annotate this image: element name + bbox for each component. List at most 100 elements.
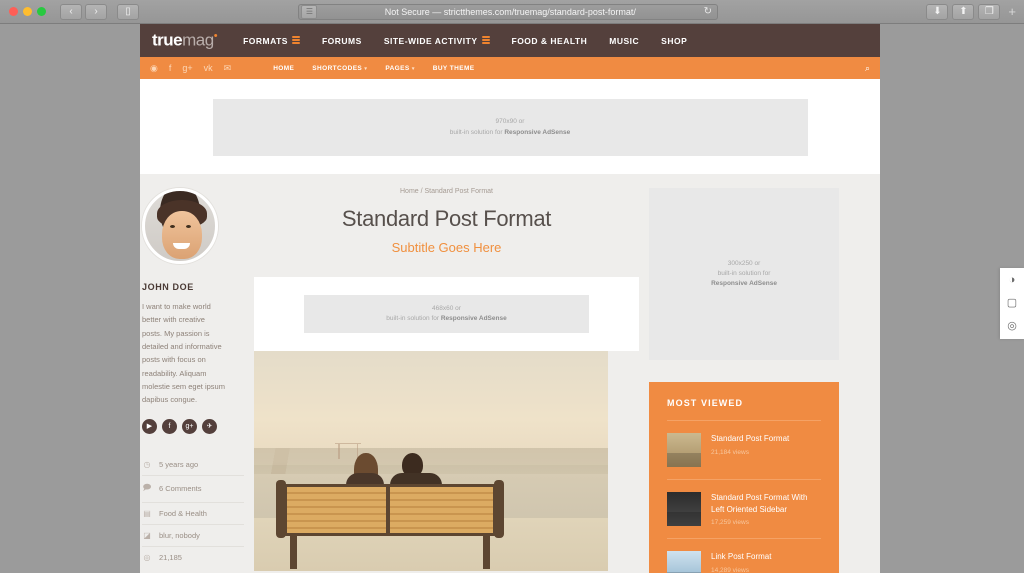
nav-label: SHOP bbox=[661, 35, 688, 46]
ad-banner-468x60[interactable]: 468x60 or built-in solution for Responsi… bbox=[304, 295, 589, 333]
browser-chrome: ‹ › ▯ ☰ Not Secure — strictthemes.com/tr… bbox=[0, 0, 1024, 24]
subnav-item-buy-theme[interactable]: BUY THEME bbox=[433, 65, 475, 72]
vimeo-icon[interactable]: ▶ bbox=[142, 418, 157, 434]
subnav-label: BUY THEME bbox=[432, 64, 475, 72]
subnav-item-shortcodes[interactable]: SHORTCODES ▾ bbox=[312, 65, 367, 72]
maximize-window-button[interactable] bbox=[37, 7, 46, 16]
page-title: Standard Post Format bbox=[341, 206, 552, 231]
browser-viewport: truemag• FORMATS FORUMS SITE-WIDE ACTIVI… bbox=[0, 24, 1024, 573]
ad-line-1: 970x90 or bbox=[495, 118, 525, 126]
tabs-overview-icon[interactable]: ❐ bbox=[978, 3, 1001, 20]
nav-item-shop[interactable]: SHOP bbox=[661, 36, 687, 46]
logo-dot-icon: • bbox=[213, 30, 218, 43]
ad-line-2: built-in solution for Responsive AdSense bbox=[386, 315, 507, 322]
nav-item-food-health[interactable]: FOOD & HEALTH bbox=[512, 36, 588, 46]
address-bar[interactable]: ☰ Not Secure — strictthemes.com/truemag/… bbox=[298, 3, 718, 20]
ad-line-2: built-in solution for bbox=[717, 269, 771, 277]
rss-icon[interactable]: ◉ bbox=[150, 63, 158, 74]
chevron-down-icon: ▾ bbox=[364, 65, 368, 72]
new-tab-button[interactable]: + bbox=[1004, 4, 1020, 19]
meta-item-date[interactable]: ◷ 5 years ago bbox=[142, 454, 244, 475]
twitter-icon[interactable]: ✈ bbox=[202, 418, 217, 434]
share-icon[interactable]: ⬆ bbox=[952, 3, 975, 20]
download-icon[interactable]: ⬇ bbox=[926, 3, 949, 20]
twitter-icon[interactable]: ✉ bbox=[224, 63, 232, 74]
top-ad-zone: 970x90 or built-in solution for Responsi… bbox=[140, 79, 880, 174]
web-page: truemag• FORMATS FORUMS SITE-WIDE ACTIVI… bbox=[140, 24, 880, 573]
square-icon[interactable]: ▢ bbox=[1007, 298, 1017, 309]
url-text: Not Secure — strictthemes.com/truemag/st… bbox=[384, 6, 636, 17]
meta-item-tags[interactable]: ◪ blur, nobody bbox=[142, 523, 244, 546]
window-traffic-lights[interactable] bbox=[9, 7, 46, 16]
post-view-count: 21,184 views bbox=[711, 448, 749, 456]
meta-item-comments[interactable]: 🗩 6 Comments bbox=[142, 474, 244, 502]
ad-banner-970x90[interactable]: 970x90 or built-in solution for Responsi… bbox=[212, 99, 808, 156]
nav-label: FOOD & HEALTH bbox=[511, 35, 588, 46]
secondary-navigation[interactable]: HOME SHORTCODES ▾ PAGES ▾ BUY THEME bbox=[273, 65, 474, 72]
clock-icon: ◷ bbox=[143, 459, 151, 469]
search-icon[interactable]: ⌕ bbox=[865, 63, 870, 74]
post-title-link[interactable]: Link Post Format bbox=[711, 551, 821, 563]
inline-ad-zone: 468x60 or built-in solution for Responsi… bbox=[254, 277, 639, 351]
list-item[interactable]: Standard Post Format With Left Oriented … bbox=[667, 480, 821, 540]
minimize-window-button[interactable] bbox=[23, 7, 32, 16]
logo-text-secondary: mag bbox=[182, 30, 214, 50]
list-item[interactable]: Link Post Format 14,289 views bbox=[667, 539, 821, 573]
nav-item-site-wide-activity[interactable]: SITE-WIDE ACTIVITY bbox=[384, 36, 490, 46]
browser-right-buttons[interactable]: ⬇ ⬆ ❐ + bbox=[926, 3, 1020, 20]
avatar-face bbox=[162, 211, 202, 259]
post-title-link[interactable]: Standard Post Format With Left Oriented … bbox=[711, 492, 821, 515]
tag-icon: ◪ bbox=[143, 530, 151, 540]
post-title-link[interactable]: Standard Post Format bbox=[711, 433, 821, 445]
nav-item-formats[interactable]: FORMATS bbox=[243, 36, 300, 46]
meta-label: 5 years ago bbox=[159, 459, 199, 469]
list-item[interactable]: Standard Post Format 21,184 views bbox=[667, 421, 821, 480]
nav-item-music[interactable]: MUSIC bbox=[609, 36, 639, 46]
author-bio: I want to make world better with creativ… bbox=[142, 302, 225, 405]
googleplus-icon[interactable]: g+ bbox=[182, 63, 192, 73]
author-social-links[interactable]: ▶ f g+ ✈ bbox=[142, 418, 250, 434]
nav-label: SITE-WIDE ACTIVITY bbox=[383, 35, 478, 46]
meta-label: 21,185 bbox=[159, 552, 182, 562]
meta-item-views[interactable]: ◎ 21,185 bbox=[142, 545, 244, 568]
reload-icon[interactable]: ↻ bbox=[704, 6, 712, 17]
ad-line-1: 300x250 or bbox=[727, 259, 761, 267]
menu-burger-icon bbox=[291, 36, 300, 45]
subnav-item-home[interactable]: HOME bbox=[273, 65, 294, 72]
ad-line-2: built-in solution for Responsive AdSense bbox=[449, 128, 571, 136]
logo-text-primary: true bbox=[152, 30, 183, 50]
facebook-icon[interactable]: f bbox=[169, 63, 172, 73]
breadcrumb[interactable]: Home / Standard Post Format bbox=[254, 188, 639, 195]
vk-icon[interactable]: vk bbox=[204, 63, 213, 73]
main-navigation[interactable]: FORMATS FORUMS SITE-WIDE ACTIVITY FOOD &… bbox=[243, 36, 687, 46]
most-viewed-widget: MOST VIEWED Standard Post Format 21,184 … bbox=[649, 382, 839, 573]
nav-item-forums[interactable]: FORUMS bbox=[322, 36, 362, 46]
content-area: JOHN DOE I want to make world better wit… bbox=[140, 174, 880, 573]
googleplus-icon[interactable]: g+ bbox=[182, 418, 197, 434]
subnav-item-pages[interactable]: PAGES ▾ bbox=[385, 65, 414, 72]
back-button[interactable]: ‹ bbox=[60, 3, 82, 20]
contrast-icon[interactable]: ◑ bbox=[1009, 275, 1016, 286]
floating-toolbar[interactable]: ◑ ▢ ◎ bbox=[1000, 268, 1024, 339]
site-logo[interactable]: truemag• bbox=[152, 30, 218, 51]
sidebar-toggle-button[interactable]: ▯ bbox=[117, 3, 139, 20]
target-icon[interactable]: ◎ bbox=[1007, 321, 1017, 332]
browser-navigation[interactable]: ‹ › bbox=[60, 3, 107, 20]
post-thumbnail bbox=[667, 433, 701, 467]
header-social-links[interactable]: ◉ f g+ vk ✉ bbox=[150, 63, 231, 74]
post-view-count: 17,259 views bbox=[711, 519, 749, 527]
reader-view-icon[interactable]: ☰ bbox=[301, 4, 317, 19]
subnav-label: PAGES bbox=[385, 64, 410, 72]
post-meta-list: ◷ 5 years ago 🗩 6 Comments ▤ Food & Heal… bbox=[142, 454, 250, 568]
site-header: truemag• FORMATS FORUMS SITE-WIDE ACTIVI… bbox=[140, 24, 880, 57]
forward-button[interactable]: › bbox=[85, 3, 107, 20]
meta-item-category[interactable]: ▤ Food & Health bbox=[142, 501, 244, 524]
ad-banner-300x250[interactable]: 300x250 or built-in solution for Respons… bbox=[649, 188, 839, 360]
eye-icon: ◎ bbox=[143, 552, 151, 562]
meta-label: Food & Health bbox=[159, 508, 207, 518]
facebook-icon[interactable]: f bbox=[162, 418, 177, 434]
right-sidebar: 300x250 or built-in solution for Respons… bbox=[649, 188, 841, 573]
folder-icon: ▤ bbox=[143, 508, 151, 518]
close-window-button[interactable] bbox=[9, 7, 18, 16]
post-featured-image bbox=[254, 351, 608, 571]
